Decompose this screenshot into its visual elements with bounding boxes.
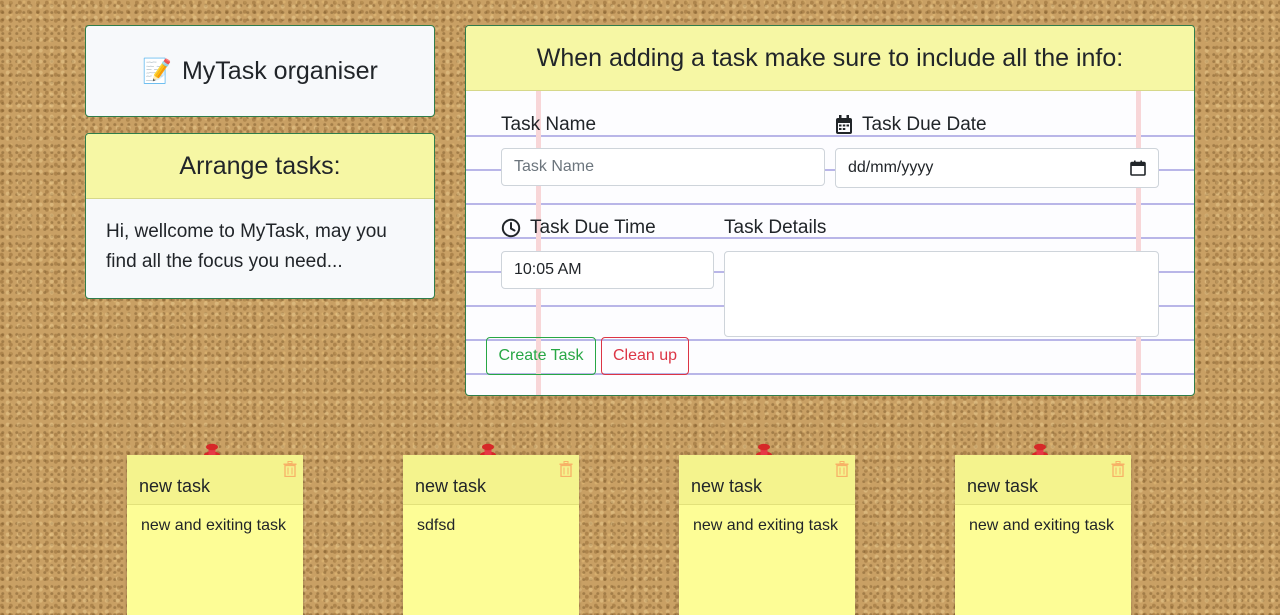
trash-icon[interactable]	[559, 461, 573, 477]
welcome-text: Hi, wellcome to MyTask, may you find all…	[106, 221, 387, 272]
note-text: new and exiting task	[969, 517, 1114, 534]
task-name-label: Task Name	[501, 114, 596, 136]
task-note: new task new and exiting task	[127, 443, 303, 615]
trash-icon[interactable]	[1111, 461, 1125, 477]
form-heading: When adding a task make sure to include …	[466, 26, 1194, 91]
due-date-placeholder: dd/mm/yyyy	[848, 159, 934, 176]
paper-margin-right	[1136, 90, 1141, 395]
clean-up-button[interactable]: Clean up	[601, 337, 689, 375]
memo-icon: 📝	[142, 57, 172, 85]
arrange-card: Arrange tasks: Hi, wellcome to MyTask, m…	[85, 133, 435, 299]
note-header: new task	[955, 455, 1131, 505]
due-time-label-text: Task Due Time	[530, 217, 656, 238]
task-note: new task sdfsd	[403, 443, 579, 615]
task-details-textarea[interactable]	[724, 251, 1159, 337]
note-text: new and exiting task	[693, 517, 838, 534]
app-title-card: 📝 MyTask organiser	[85, 25, 435, 117]
task-name-input[interactable]: Task Name	[501, 148, 825, 186]
calendar-picker-icon[interactable]	[1130, 160, 1146, 176]
task-name-label-text: Task Name	[501, 114, 597, 135]
clock-icon	[501, 218, 521, 238]
trash-icon[interactable]	[283, 461, 297, 477]
arrange-title: Arrange tasks:	[86, 134, 434, 199]
due-date-input[interactable]: dd/mm/yyyy	[835, 148, 1159, 188]
app-title: MyTask organiser	[181, 56, 378, 85]
task-details-label: Task Details	[724, 217, 826, 239]
due-time-input[interactable]: 10:05 AM	[501, 251, 714, 289]
due-date-label-text: Task Due Date	[862, 114, 987, 135]
note-title: new task	[691, 476, 763, 496]
due-date-label: Task Due Date	[835, 114, 987, 136]
note-title: new task	[415, 476, 487, 496]
note-header: new task	[679, 455, 855, 505]
note-text: new and exiting task	[141, 517, 286, 534]
task-details-label-text: Task Details	[724, 217, 827, 238]
calendar-icon	[836, 115, 852, 134]
task-note: new task new and exiting task	[679, 443, 855, 615]
note-header: new task	[403, 455, 579, 505]
note-title: new task	[967, 476, 1039, 496]
trash-icon[interactable]	[835, 461, 849, 477]
due-time-label: Task Due Time	[501, 217, 656, 239]
note-header: new task	[127, 455, 303, 505]
task-note: new task new and exiting task	[955, 443, 1131, 615]
task-form: When adding a task make sure to include …	[465, 25, 1195, 396]
note-text: sdfsd	[417, 517, 456, 534]
note-title: new task	[139, 476, 211, 496]
create-task-button[interactable]: Create Task	[486, 337, 596, 375]
